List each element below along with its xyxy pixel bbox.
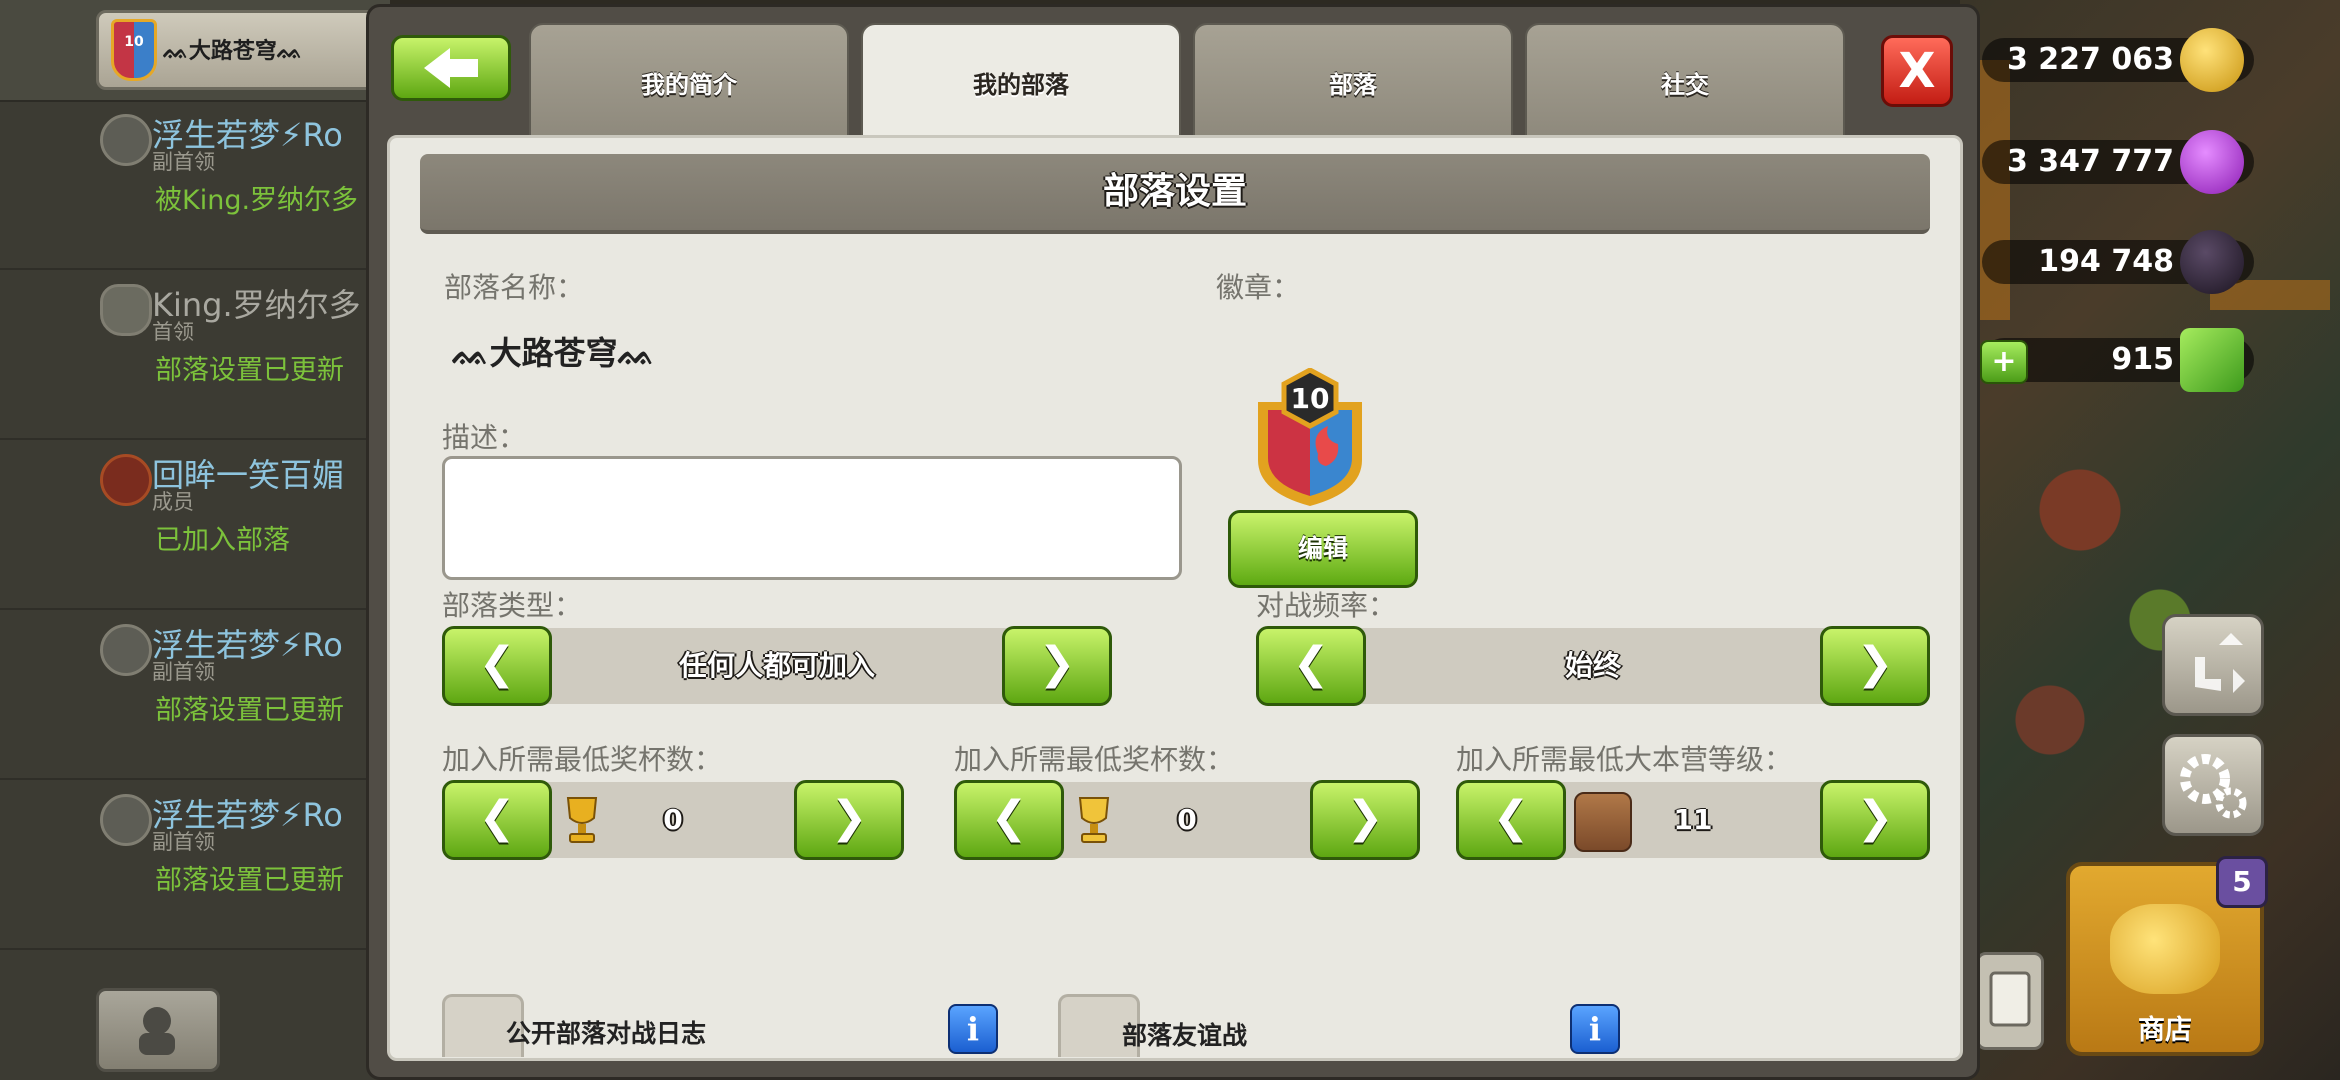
chat-message: King.罗纳尔多 首领 部落设置已更新 [0, 270, 390, 440]
move-buildings-button[interactable] [2162, 614, 2264, 716]
description-label: 描述： [442, 421, 527, 454]
panel-title: 部落设置 [420, 154, 1930, 234]
war-frequency-selector: 始终 ❮ ❯ [1256, 626, 1930, 706]
warrior-icon [139, 1007, 175, 1055]
gold-counter: 3 227 063 [1982, 28, 2254, 92]
public-war-log-label: 公开部落对战日志 [506, 1019, 707, 1048]
chat-toggle-button[interactable] [96, 988, 220, 1072]
shop-notification-badge: 5 [2216, 856, 2268, 908]
clan-type-selector: 任何人都可加入 ❮ ❯ [442, 626, 1112, 706]
chat-text: 部落设置已更新 [155, 695, 344, 726]
clan-badge-icon: 10 [111, 19, 157, 81]
gem-amount: 915 [2111, 342, 2174, 377]
chat-role: 副首领 [152, 660, 215, 684]
rank-avatar-icon [100, 624, 152, 676]
clan-chat-panel: 10 ᨐ大路苍穹ᨐ 浮生若梦⚡Ro 副首领 被King.罗纳尔多 King.罗纳… [0, 0, 402, 1080]
gear-icon [2180, 754, 2247, 819]
clan-type-label: 部落类型： [442, 589, 583, 622]
tab-social[interactable]: 社交 [1525, 23, 1845, 139]
elixir-drop-icon [2180, 130, 2244, 194]
chat-role: 副首领 [152, 830, 215, 854]
min-trophies-label: 加入所需最低奖杯数： [442, 743, 723, 776]
chat-header: 10 ᨐ大路苍穹ᨐ [0, 0, 402, 102]
chat-text: 被King.罗纳尔多 [155, 185, 359, 216]
dark-elixir-counter: 194 748 [1982, 230, 2254, 294]
min-th-prev-button[interactable]: ❮ [1456, 780, 1566, 860]
badge-level-text: 10 [1291, 382, 1330, 415]
edit-badge-button[interactable]: 编辑 [1228, 510, 1418, 588]
clan-badge-icon: 10 [1258, 368, 1362, 506]
buy-gems-button[interactable]: + [1980, 340, 2028, 384]
min-builder-trophies-label: 加入所需最低奖杯数： [954, 743, 1235, 776]
tab-my-clan[interactable]: 我的部落 [861, 23, 1181, 139]
settings-button[interactable] [2162, 734, 2264, 836]
elixir-counter: 3 347 777 [1982, 130, 2254, 194]
chat-role: 副首领 [152, 150, 215, 174]
rank-avatar-icon [100, 794, 152, 846]
clan-settings-panel: 部落设置 部落名称： ᨐ大路苍穹ᨐ 徽章： 10 描述： 编辑 部落类型： 任何… [387, 135, 1963, 1061]
chat-message: 回眸一笑百媚 成员 已加入部落 [0, 440, 390, 610]
clan-type-prev-button[interactable]: ❮ [442, 626, 552, 706]
friendly-war-label: 部落友谊战 [1122, 1021, 1248, 1050]
min-th-next-button[interactable]: ❯ [1820, 780, 1930, 860]
min-builder-trophies-selector: 0 ❮ ❯ [954, 780, 1420, 860]
badge-label: 徽章： [1216, 271, 1301, 304]
min-trophies-prev-button[interactable]: ❮ [442, 780, 552, 860]
chat-message: 浮生若梦⚡Ro 副首领 部落设置已更新 [0, 610, 390, 780]
min-trophies-selector: 0 ❮ ❯ [442, 780, 904, 860]
close-button[interactable]: X [1881, 35, 1953, 107]
friendly-war-info-icon[interactable]: i [1570, 1004, 1620, 1054]
min-th-selector: 11 ❮ ❯ [1456, 780, 1930, 860]
chat-role: 首领 [152, 320, 194, 344]
clan-chip-name: ᨐ大路苍穹ᨐ [163, 39, 303, 64]
min-th-label: 加入所需最低大本营等级： [1456, 743, 1793, 776]
shop-label: 商店 [2138, 1015, 2192, 1046]
min-trophies-next-button[interactable]: ❯ [794, 780, 904, 860]
clan-dialog: 我的简介 我的部落 部落 社交 X 部落设置 部落名称： ᨐ大路苍穹ᨐ 徽章： … [366, 4, 1980, 1080]
min-builder-trophies-next-button[interactable]: ❯ [1310, 780, 1420, 860]
rank-avatar-icon [100, 114, 152, 166]
war-frequency-prev-button[interactable]: ❮ [1256, 626, 1366, 706]
gold-amount: 3 227 063 [2006, 42, 2174, 77]
description-field[interactable] [442, 456, 1182, 580]
rank-avatar-icon [100, 454, 152, 506]
gem-icon [2180, 328, 2244, 392]
dark-elixir-amount: 194 748 [2038, 244, 2174, 279]
clan-chip[interactable]: 10 ᨐ大路苍穹ᨐ [96, 10, 402, 90]
clipboard-icon [1989, 971, 2031, 1027]
clan-name-value: ᨐ大路苍穹ᨐ [452, 334, 656, 372]
chat-message: 浮生若梦⚡Ro 副首领 部落设置已更新 [0, 780, 390, 950]
chat-text: 已加入部落 [155, 525, 290, 556]
clan-name-label: 部落名称： [444, 271, 585, 304]
shield-avatar-icon [100, 284, 152, 336]
hand-arrows-icon [2195, 633, 2245, 693]
back-arrow-shaft [448, 59, 478, 77]
chat-text: 部落设置已更新 [155, 865, 344, 896]
war-frequency-label: 对战频率： [1256, 589, 1397, 622]
gold-coin-icon [2180, 28, 2244, 92]
war-frequency-next-button[interactable]: ❯ [1820, 626, 1930, 706]
chat-role: 成员 [152, 490, 194, 514]
min-builder-trophies-prev-button[interactable]: ❮ [954, 780, 1064, 860]
dark-elixir-drop-icon [2180, 230, 2244, 294]
back-button[interactable] [391, 35, 511, 101]
elixir-amount: 3 347 777 [2006, 144, 2174, 179]
clipboard-button[interactable] [1976, 952, 2044, 1050]
shop-coins-icon [2110, 904, 2220, 994]
chat-text: 部落设置已更新 [155, 355, 344, 386]
shop-button[interactable]: 商店 5 [2066, 856, 2268, 1056]
clan-type-next-button[interactable]: ❯ [1002, 626, 1112, 706]
tab-clans[interactable]: 部落 [1193, 23, 1513, 139]
chat-message: 浮生若梦⚡Ro 副首领 被King.罗纳尔多 [0, 100, 390, 270]
public-war-log-info-icon[interactable]: i [948, 1004, 998, 1054]
tab-my-profile[interactable]: 我的简介 [529, 23, 849, 139]
back-arrow-icon [424, 48, 450, 88]
